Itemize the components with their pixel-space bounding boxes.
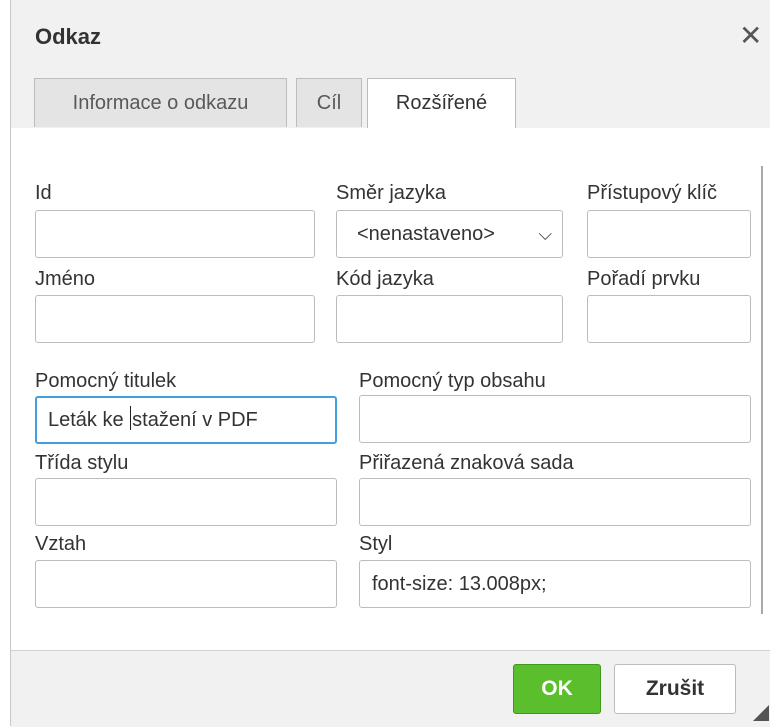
style-label: Styl xyxy=(359,533,393,555)
tab-index-label: Pořadí prvku xyxy=(587,268,701,290)
ok-button[interactable]: OK xyxy=(513,664,601,714)
lang-dir-select[interactable]: <nenastaveno> ⌵ xyxy=(336,210,563,258)
content-type-label: Pomocný typ obsahu xyxy=(359,370,546,392)
column-separator xyxy=(761,364,763,614)
advisory-title-label: Pomocný titulek xyxy=(35,370,177,392)
lang-code-input[interactable] xyxy=(336,295,563,343)
dialog-footer: OK Zrušit xyxy=(11,650,770,727)
content-type-input[interactable] xyxy=(359,395,751,443)
resize-handle-icon[interactable] xyxy=(753,705,769,721)
name-input[interactable] xyxy=(35,295,315,343)
charset-input[interactable] xyxy=(359,478,751,526)
charset-label: Přiřazená znaková sada xyxy=(359,452,574,474)
advisory-title-text-after: stažení v PDF xyxy=(132,409,258,431)
lang-dir-value: <nenastaveno> xyxy=(357,223,495,245)
lang-code-label: Kód jazyka xyxy=(336,268,434,290)
tab-index-input[interactable] xyxy=(587,295,751,343)
lang-dir-label: Směr jazyka xyxy=(336,182,447,204)
advisory-title-text-before: Leták ke xyxy=(48,409,130,431)
rel-label: Vztah xyxy=(35,533,87,555)
column-separator xyxy=(761,166,763,366)
tab-advanced[interactable]: Rozšířené xyxy=(367,78,516,129)
access-key-input[interactable] xyxy=(587,210,751,258)
dialog-titlebar[interactable]: Odkaz ✕ xyxy=(11,0,770,75)
advanced-panel: Id Směr jazyka <nenastaveno> ⌵ Přístupov… xyxy=(11,128,770,650)
css-class-input[interactable] xyxy=(35,478,337,526)
link-dialog: Odkaz ✕ Informace o odkazu Cíl Rozšířené… xyxy=(10,0,770,727)
access-key-label: Přístupový klíč xyxy=(587,182,718,204)
id-input[interactable] xyxy=(35,210,315,258)
id-label: Id xyxy=(35,182,52,204)
advisory-title-input[interactable]: Leták ke stažení v PDF xyxy=(35,396,337,444)
cancel-button[interactable]: Zrušit xyxy=(614,664,736,714)
close-icon[interactable]: ✕ xyxy=(739,21,762,51)
dialog-title: Odkaz xyxy=(35,24,102,49)
chevron-down-icon: ⌵ xyxy=(538,224,552,244)
rel-input[interactable] xyxy=(35,560,337,608)
css-class-label: Třída stylu xyxy=(35,452,129,474)
name-label: Jméno xyxy=(35,268,96,290)
tab-target[interactable]: Cíl xyxy=(296,78,362,127)
style-input[interactable]: font-size: 13.008px; xyxy=(359,560,751,608)
tab-link-info[interactable]: Informace o odkazu xyxy=(34,78,287,127)
